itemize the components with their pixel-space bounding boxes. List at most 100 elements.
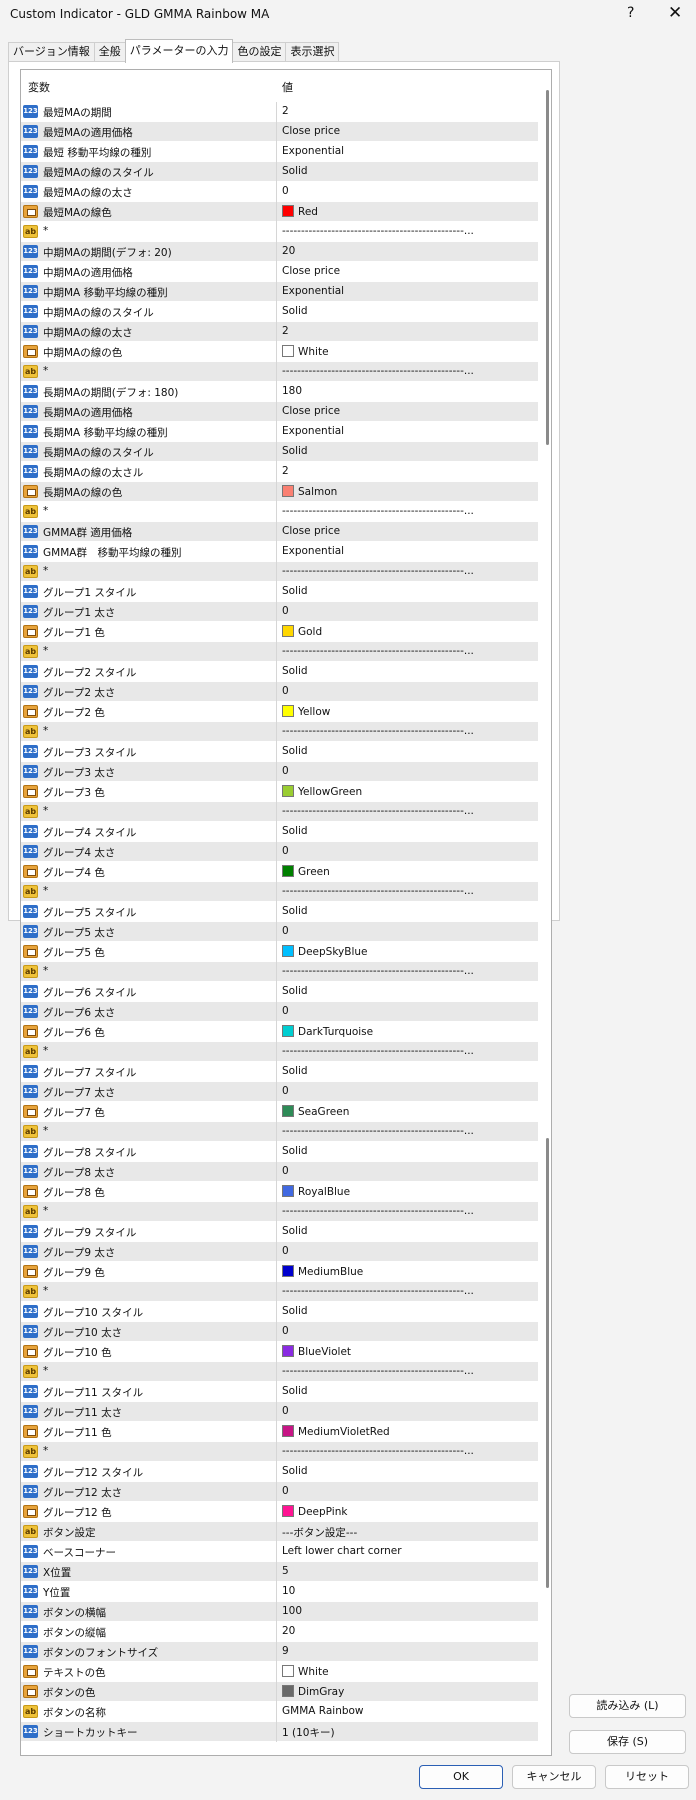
parameter-value[interactable]: ----------------------------------------… — [282, 805, 474, 817]
close-button[interactable]: ✕ — [668, 3, 682, 23]
parameter-row[interactable]: ab * -------------------------------------… — [21, 502, 538, 522]
parameter-row[interactable]: グループ3 色 YellowGreen — [21, 782, 538, 802]
parameter-value[interactable]: 2 — [282, 465, 289, 477]
parameter-value[interactable]: Solid — [282, 1065, 308, 1077]
parameter-value[interactable]: ----------------------------------------… — [282, 1445, 474, 1457]
parameter-value[interactable]: Solid — [282, 825, 308, 837]
parameter-value[interactable]: DarkTurquoise — [282, 1025, 373, 1038]
tab-general[interactable]: 全般 — [93, 42, 126, 62]
parameter-value[interactable]: Solid — [282, 1145, 308, 1157]
parameter-row[interactable]: 123 グループ6 スタイル Solid — [21, 982, 538, 1002]
parameter-value[interactable]: MediumVioletRed — [282, 1425, 390, 1438]
parameter-row[interactable]: 123 最短MAの期間 2 — [21, 102, 538, 122]
parameter-value[interactable]: White — [282, 345, 329, 358]
parameter-value[interactable]: MediumBlue — [282, 1265, 363, 1278]
parameter-row[interactable]: 123 グループ3 スタイル Solid — [21, 742, 538, 762]
parameter-row[interactable]: グループ6 色 DarkTurquoise — [21, 1022, 538, 1042]
parameter-value[interactable]: DimGray — [282, 1685, 344, 1698]
parameter-value[interactable]: Exponential — [282, 425, 344, 437]
parameter-row[interactable]: 123 グループ4 太さ 0 — [21, 842, 538, 862]
parameter-value[interactable]: 0 — [282, 1245, 289, 1257]
parameter-row[interactable]: 123 最短MAの線のスタイル Solid — [21, 162, 538, 182]
parameter-row[interactable]: 123 グループ8 スタイル Solid — [21, 1142, 538, 1162]
parameter-value[interactable]: RoyalBlue — [282, 1185, 350, 1198]
parameter-value[interactable]: Solid — [282, 1385, 308, 1397]
parameter-value[interactable]: 0 — [282, 1005, 289, 1017]
parameter-row[interactable]: ab * -------------------------------------… — [21, 1202, 538, 1222]
parameter-value[interactable]: 0 — [282, 605, 289, 617]
parameter-row[interactable]: 123 ショートカットキー 1 (10キー) — [21, 1722, 538, 1742]
parameter-value[interactable]: DeepSkyBlue — [282, 945, 368, 958]
parameter-row[interactable]: 123 ボタンのフォントサイズ 9 — [21, 1642, 538, 1662]
parameter-row[interactable]: ボタンの色 DimGray — [21, 1682, 538, 1702]
parameter-value[interactable]: 20 — [282, 1625, 295, 1637]
parameter-row[interactable]: 123 グループ1 太さ 0 — [21, 602, 538, 622]
parameter-row[interactable]: グループ4 色 Green — [21, 862, 538, 882]
parameter-value[interactable]: 2 — [282, 325, 289, 337]
parameter-value[interactable]: Solid — [282, 1465, 308, 1477]
parameter-row[interactable]: 123 X位置 5 — [21, 1562, 538, 1582]
parameter-value[interactable]: Close price — [282, 525, 340, 537]
parameter-value[interactable]: Exponential — [282, 285, 344, 297]
reset-button[interactable]: リセット — [605, 1765, 689, 1789]
parameter-value[interactable]: Solid — [282, 665, 308, 677]
parameter-value[interactable]: Solid — [282, 745, 308, 757]
parameter-row[interactable]: 長期MAの線の色 Salmon — [21, 482, 538, 502]
scrollbar-thumb-top[interactable] — [546, 90, 549, 445]
parameter-row[interactable]: 123 最短MAの線の太さ 0 — [21, 182, 538, 202]
parameter-value[interactable]: ----------------------------------------… — [282, 365, 474, 377]
parameter-value[interactable]: White — [282, 1665, 329, 1678]
parameter-row[interactable]: 123 Y位置 10 — [21, 1582, 538, 1602]
parameter-row[interactable]: 123 中期MAの線のスタイル Solid — [21, 302, 538, 322]
parameter-row[interactable]: 123 中期MA 移動平均線の種別 Exponential — [21, 282, 538, 302]
parameter-value[interactable]: Solid — [282, 445, 308, 457]
parameter-row[interactable]: ab * -------------------------------------… — [21, 562, 538, 582]
parameter-value[interactable]: 0 — [282, 1325, 289, 1337]
vertical-scrollbar[interactable] — [545, 90, 551, 1750]
parameter-value[interactable]: 180 — [282, 385, 302, 397]
parameter-row[interactable]: グループ11 色 MediumVioletRed — [21, 1422, 538, 1442]
parameter-value[interactable]: Close price — [282, 405, 340, 417]
parameter-value[interactable]: DeepPink — [282, 1505, 347, 1518]
parameter-value[interactable]: YellowGreen — [282, 785, 362, 798]
parameter-row[interactable]: ab * -------------------------------------… — [21, 962, 538, 982]
parameter-row[interactable]: グループ8 色 RoyalBlue — [21, 1182, 538, 1202]
parameter-value[interactable]: ----------------------------------------… — [282, 965, 474, 977]
ok-button[interactable]: OK — [419, 1765, 503, 1789]
parameter-row[interactable]: 123 グループ8 太さ 0 — [21, 1162, 538, 1182]
parameter-value[interactable]: Red — [282, 205, 318, 218]
parameter-row[interactable]: ab * -------------------------------------… — [21, 882, 538, 902]
parameter-row[interactable]: 123 ボタンの縦幅 20 — [21, 1622, 538, 1642]
parameter-value[interactable]: 0 — [282, 685, 289, 697]
parameter-value[interactable]: ----------------------------------------… — [282, 1205, 474, 1217]
parameter-row[interactable]: ab ボタンの名称 GMMA Rainbow — [21, 1702, 538, 1722]
parameter-row[interactable]: 123 グループ11 太さ 0 — [21, 1402, 538, 1422]
parameter-row[interactable]: 123 グループ1 スタイル Solid — [21, 582, 538, 602]
parameter-value[interactable]: Solid — [282, 1305, 308, 1317]
parameter-row[interactable]: 123 中期MAの適用価格 Close price — [21, 262, 538, 282]
parameter-value[interactable]: BlueViolet — [282, 1345, 351, 1358]
parameter-value[interactable]: ----------------------------------------… — [282, 1045, 474, 1057]
parameter-value[interactable]: 0 — [282, 1085, 289, 1097]
parameter-row[interactable]: グループ2 色 Yellow — [21, 702, 538, 722]
parameter-row[interactable]: 123 長期MAの適用価格 Close price — [21, 402, 538, 422]
parameter-row[interactable]: 123 長期MAの線の太さル 2 — [21, 462, 538, 482]
parameter-row[interactable]: 123 グループ12 太さ 0 — [21, 1482, 538, 1502]
parameter-row[interactable]: テキストの色 White — [21, 1662, 538, 1682]
parameter-value[interactable]: 0 — [282, 1485, 289, 1497]
scrollbar-thumb-bottom[interactable] — [546, 1138, 549, 1588]
parameter-row[interactable]: 123 グループ7 太さ 0 — [21, 1082, 538, 1102]
save-button[interactable]: 保存 (S) — [569, 1730, 686, 1754]
parameter-row[interactable]: 123 ボタンの横幅 100 — [21, 1602, 538, 1622]
parameter-row[interactable]: 123 グループ5 太さ 0 — [21, 922, 538, 942]
tab-version-info[interactable]: バージョン情報 — [8, 42, 95, 62]
parameter-value[interactable]: 0 — [282, 185, 289, 197]
parameter-row[interactable]: 123 中期MAの期間(デフォ: 20) 20 — [21, 242, 538, 262]
parameter-value[interactable]: ----------------------------------------… — [282, 505, 474, 517]
parameter-value[interactable]: Close price — [282, 125, 340, 137]
parameter-row[interactable]: 123 グループ4 スタイル Solid — [21, 822, 538, 842]
parameter-row[interactable]: ab ボタン設定 ---ボタン設定--- — [21, 1522, 538, 1542]
parameter-value[interactable]: 0 — [282, 845, 289, 857]
parameter-row[interactable]: ab * -------------------------------------… — [21, 1442, 538, 1462]
parameter-row[interactable]: 123 長期MAの期間(デフォ: 180) 180 — [21, 382, 538, 402]
